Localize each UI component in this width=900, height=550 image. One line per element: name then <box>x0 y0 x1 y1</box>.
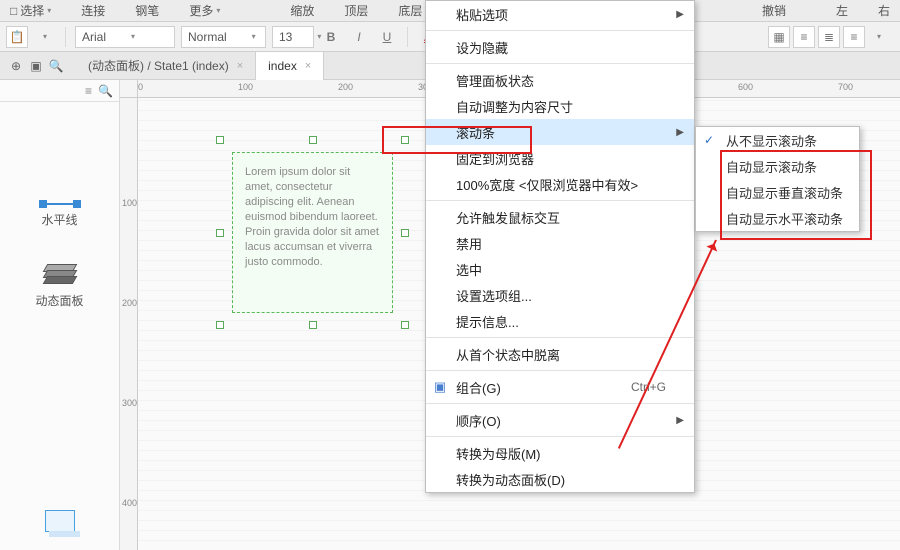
library-item-dynpanel[interactable]: 动态面板 <box>0 246 119 327</box>
ctx-set-option-group[interactable]: 设置选项组... <box>426 282 694 308</box>
align-right-icon[interactable]: ≡ <box>843 26 865 48</box>
ctx-break-first-state[interactable]: 从首个状态中脱离 <box>426 341 694 367</box>
submenu-arrow-icon: ▶ <box>676 127 684 138</box>
resize-handle[interactable] <box>216 321 224 329</box>
resize-handle[interactable] <box>216 136 224 144</box>
search-pages-icon[interactable]: 🔍 <box>46 56 66 76</box>
ruler-vertical: 100 200 300 400 <box>120 98 138 550</box>
sub-never-show[interactable]: ✓从不显示滚动条 <box>696 127 859 153</box>
menu-zoom[interactable]: 缩放 <box>290 2 314 19</box>
menu-connect[interactable]: 连接 <box>81 2 105 19</box>
library-panel: ≡ 🔍 水平线 动态面板 <box>0 80 120 550</box>
box-icon <box>45 510 75 532</box>
align-caret-icon[interactable]: ▾ <box>868 26 890 48</box>
menu-bottom[interactable]: 底层 <box>398 2 422 19</box>
ruler-corner <box>120 80 138 98</box>
ctx-disable[interactable]: 禁用 <box>426 230 694 256</box>
menu-top[interactable]: 顶层 <box>344 2 368 19</box>
menu-select[interactable]: □ 选择 ▾ <box>10 2 51 19</box>
library-item-label: 水平线 <box>41 211 77 228</box>
menu-pen[interactable]: 钢笔 <box>135 2 159 19</box>
ctx-fit-content[interactable]: 自动调整为内容尺寸 <box>426 93 694 119</box>
border-icon[interactable]: ▦ <box>768 26 790 48</box>
underline-icon[interactable]: U <box>376 26 398 48</box>
sub-auto-vertical[interactable]: 自动显示垂直滚动条 <box>696 179 859 205</box>
clipboard-caret-icon[interactable]: ▾ <box>34 26 56 48</box>
sub-auto-horizontal[interactable]: 自动显示水平滚动条 <box>696 205 859 231</box>
add-page-icon[interactable]: ⊕ <box>6 56 26 76</box>
tab-index[interactable]: index× <box>256 52 324 80</box>
resize-handle[interactable] <box>216 229 224 237</box>
font-style-select[interactable]: Normal▾ <box>181 26 266 48</box>
ctx-full-width[interactable]: 100%宽度 <仅限浏览器中有效> <box>426 171 694 197</box>
submenu-arrow-icon: ▶ <box>676 9 684 20</box>
menu-undo[interactable]: 撤销 <box>762 2 786 19</box>
align-center-icon[interactable]: ≣ <box>818 26 840 48</box>
bold-icon[interactable]: B <box>320 26 342 48</box>
check-icon: ✓ <box>704 133 714 147</box>
font-size-select[interactable]: 13▾ <box>272 26 314 48</box>
selected-widget[interactable]: Lorem ipsum dolor sit amet, consectetur … <box>220 140 405 325</box>
resize-handle[interactable] <box>401 229 409 237</box>
resize-handle[interactable] <box>309 321 317 329</box>
ctx-pin-browser[interactable]: 固定到浏览器 <box>426 145 694 171</box>
ctx-set-hidden[interactable]: 设为隐藏 <box>426 34 694 60</box>
library-item-box[interactable] <box>0 492 119 550</box>
ctx-group[interactable]: ▣组合(G)Ctrl+G <box>426 374 694 400</box>
sub-auto-show[interactable]: 自动显示滚动条 <box>696 153 859 179</box>
italic-icon[interactable]: I <box>348 26 370 48</box>
ctx-to-master[interactable]: 转换为母版(M) <box>426 440 694 466</box>
ctx-tooltip[interactable]: 提示信息... <box>426 308 694 334</box>
resize-handle[interactable] <box>309 136 317 144</box>
menu-right[interactable]: 右 <box>878 2 890 19</box>
resize-handle[interactable] <box>401 321 409 329</box>
menu-more[interactable]: 更多 ▾ <box>189 2 220 19</box>
stack-icon <box>45 264 75 286</box>
add-folder-icon[interactable]: ▣ <box>26 56 46 76</box>
ctx-order[interactable]: 顺序(O)▶ <box>426 407 694 433</box>
tab-state1[interactable]: (动态面板) / State1 (index)× <box>76 52 256 80</box>
ctx-scrollbars[interactable]: 滚动条▶ <box>426 119 694 145</box>
ctx-selected[interactable]: 选中 <box>426 256 694 282</box>
panel-menu-icon[interactable]: ≡ <box>85 84 92 98</box>
ctx-allow-trigger[interactable]: 允许触发鼠标交互 <box>426 204 694 230</box>
library-item-hline[interactable]: 水平线 <box>0 185 119 246</box>
library-item-label: 动态面板 <box>35 292 83 309</box>
hline-icon <box>43 203 77 205</box>
ctx-manage-states[interactable]: 管理面板状态 <box>426 67 694 93</box>
menu-left[interactable]: 左 <box>836 2 848 19</box>
close-icon[interactable]: × <box>237 60 243 72</box>
submenu-arrow-icon: ▶ <box>676 415 684 426</box>
text-widget[interactable]: Lorem ipsum dolor sit amet, consectetur … <box>232 152 393 313</box>
scrollbar-submenu: ✓从不显示滚动条 自动显示滚动条 自动显示垂直滚动条 自动显示水平滚动条 <box>695 126 860 232</box>
clipboard-icon[interactable]: 📋 <box>6 26 28 48</box>
context-menu: 粘贴选项▶ 设为隐藏 管理面板状态 自动调整为内容尺寸 滚动条▶ 固定到浏览器 … <box>425 0 695 493</box>
align-left-icon[interactable]: ≡ <box>793 26 815 48</box>
ctx-to-dynpanel[interactable]: 转换为动态面板(D) <box>426 466 694 492</box>
close-icon[interactable]: × <box>305 60 311 72</box>
resize-handle[interactable] <box>401 136 409 144</box>
group-icon: ▣ <box>432 379 448 395</box>
font-family-select[interactable]: Arial▾ <box>75 26 175 48</box>
panel-search-icon[interactable]: 🔍 <box>98 84 113 98</box>
ctx-paste-options[interactable]: 粘贴选项▶ <box>426 1 694 27</box>
